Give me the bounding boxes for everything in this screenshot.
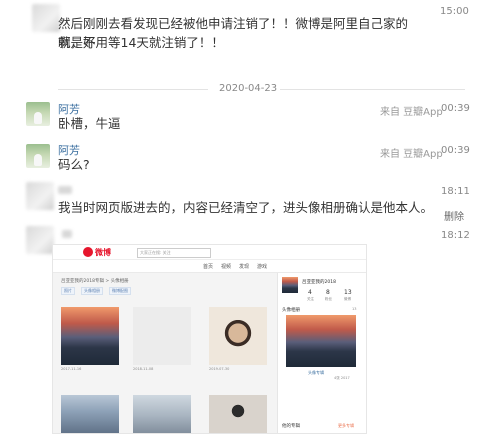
profile-avatar (282, 277, 298, 293)
message-text: 卧槽，牛逼 (58, 116, 121, 131)
weibo-search-input: 大家正在搜: 关注 (137, 248, 211, 258)
stat-num: 8 (326, 289, 330, 296)
stat-label: 关注 (307, 297, 314, 301)
message-text: 码么? (58, 157, 90, 172)
nav-discover: 发现 (239, 264, 250, 270)
photo-portrait (209, 307, 267, 365)
nav-video: 视频 (221, 264, 232, 270)
album-tabs: 照片 头像相册 微博配图 (61, 287, 261, 297)
photo-person (61, 395, 119, 433)
date-divider: 2020-04-23 (219, 83, 278, 94)
photo-person (133, 395, 191, 433)
breadcrumb: 吕亚亚我的2018专辑 > 头像相册 (61, 279, 129, 284)
avatar-blurred (32, 4, 60, 32)
sender-name-blurred (62, 230, 72, 238)
message-time: 18:12 (441, 230, 470, 241)
message-source: 来自 豆瓣App (380, 149, 443, 160)
photo-caption: 2019-07-30 (209, 367, 230, 371)
albums-section: 他的专辑 (282, 424, 300, 429)
avatar-blurred (26, 226, 54, 254)
tab-weibo: 微博配图 (109, 287, 131, 295)
message-text: 啊，不用等14天就注销了！！ (58, 35, 224, 50)
stat-label: 粉丝 (325, 297, 332, 301)
avatar[interactable] (26, 102, 50, 126)
album-link: 头像专辑 (308, 370, 324, 375)
tab-avatar: 头像相册 (81, 287, 103, 295)
profile-name: 吕亚亚我的2018 (302, 280, 336, 285)
photo-blank (133, 307, 191, 365)
profile-sidepanel: 吕亚亚我的2018 4 关注 8 粉丝 13 微博 头像相册 13 头像专辑 4… (277, 273, 366, 433)
message-text: 我当时网页版进去的，内容已经清空了，进头像相册确认是他本人。 (58, 200, 434, 215)
album-meta: 4张 2017 (334, 376, 350, 380)
album-count: 13 (352, 307, 357, 311)
message-time: 15:00 (440, 6, 469, 17)
attached-screenshot[interactable]: 微博 大家正在搜: 关注 首页 视频 发现 游戏 吕亚亚我的2018专辑 > 头… (52, 244, 367, 434)
photo-caption: 2018-11-08 (133, 367, 154, 371)
avatar[interactable] (26, 144, 50, 168)
message-time: 00:39 (441, 103, 470, 114)
delete-button[interactable]: 删除 (444, 208, 464, 223)
tab-photos: 照片 (61, 287, 75, 295)
divider-right (280, 89, 465, 90)
photo-caption: 2017-11-16 (61, 367, 82, 371)
photo-person (209, 395, 267, 433)
message-source: 来自 豆瓣App (380, 107, 443, 118)
album-title: 头像相册 (282, 308, 300, 313)
weibo-brand: 微博 (95, 248, 111, 257)
avatar-blurred (26, 182, 54, 210)
weibo-logo-icon (83, 247, 93, 257)
nav-home: 首页 (203, 264, 214, 270)
stat-num: 4 (308, 289, 312, 296)
stat-label: 微博 (344, 297, 351, 301)
album-cover (286, 315, 356, 367)
sender-name-blurred (58, 186, 72, 194)
message-time: 00:39 (441, 145, 470, 156)
more-albums-link: 更多专辑 (338, 423, 354, 428)
stat-num: 13 (344, 289, 352, 296)
divider-left (58, 89, 208, 90)
photo-sunset (61, 307, 119, 365)
nav-game: 游戏 (257, 264, 268, 270)
message-time: 18:11 (441, 186, 470, 197)
